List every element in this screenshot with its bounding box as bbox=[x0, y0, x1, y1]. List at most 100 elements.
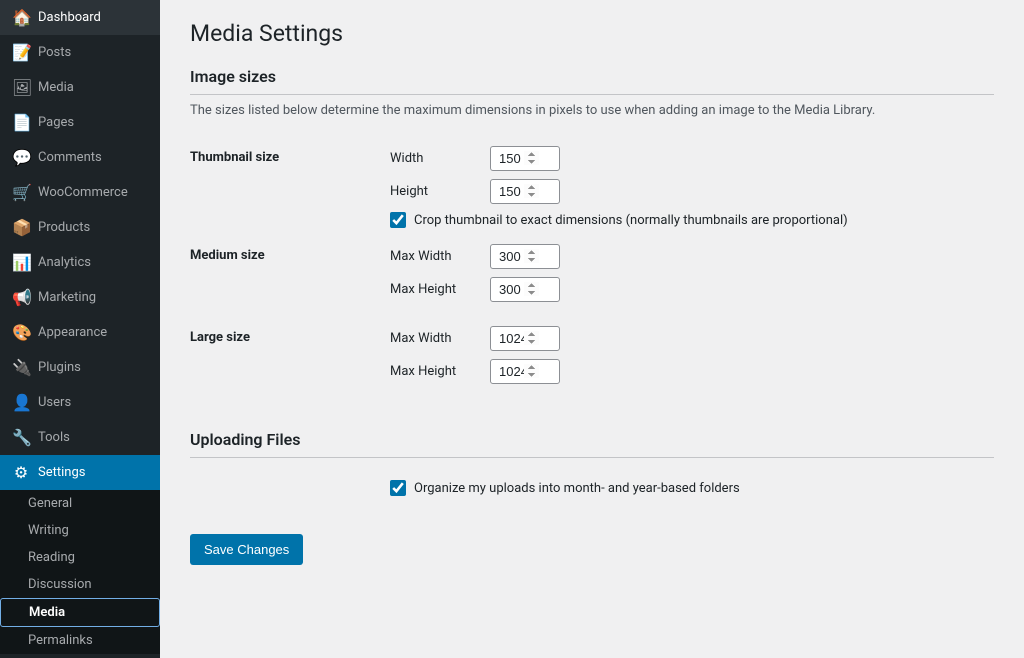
large-label: Large size bbox=[190, 318, 390, 400]
organize-th bbox=[190, 466, 390, 504]
submenu-writing[interactable]: Writing bbox=[0, 517, 160, 544]
pages-icon: 📄 bbox=[12, 113, 30, 132]
thumbnail-width-row: Width bbox=[390, 146, 994, 171]
sidebar-item-woocommerce[interactable]: 🛒 WooCommerce bbox=[0, 175, 160, 210]
sidebar-item-label: Pages bbox=[38, 115, 74, 130]
sidebar-item-label: Tools bbox=[38, 430, 70, 445]
sidebar-item-marketing[interactable]: 📢 Marketing bbox=[0, 280, 160, 315]
medium-width-label: Max Width bbox=[390, 249, 480, 264]
thumbnail-width-label: Width bbox=[390, 151, 480, 166]
thumbnail-crop-label: Crop thumbnail to exact dimensions (norm… bbox=[414, 213, 848, 228]
thumbnail-label: Thumbnail size bbox=[190, 138, 390, 236]
large-width-input[interactable] bbox=[490, 326, 560, 351]
save-section: Save Changes bbox=[190, 534, 994, 565]
organize-uploads-label: Organize my uploads into month- and year… bbox=[414, 481, 740, 496]
medium-height-row: Max Height bbox=[390, 277, 994, 302]
tools-icon: 🔧 bbox=[12, 428, 30, 447]
submenu-general[interactable]: General bbox=[0, 490, 160, 517]
sidebar-item-label: Users bbox=[38, 395, 71, 410]
save-changes-button[interactable]: Save Changes bbox=[190, 534, 303, 565]
thumbnail-crop-checkbox[interactable] bbox=[390, 212, 406, 228]
plugins-icon: 🔌 bbox=[12, 358, 30, 377]
dashboard-icon: 🏠 bbox=[12, 8, 30, 27]
thumbnail-height-label: Height bbox=[390, 184, 480, 199]
medium-label: Medium size bbox=[190, 236, 390, 318]
sidebar-item-label: Dashboard bbox=[38, 10, 101, 25]
sidebar-item-posts[interactable]: 📝 Posts bbox=[0, 35, 160, 70]
sidebar-item-label: Posts bbox=[38, 45, 71, 60]
posts-icon: 📝 bbox=[12, 43, 30, 62]
sidebar-item-label: Analytics bbox=[38, 255, 91, 270]
large-height-wrapper bbox=[490, 359, 560, 384]
appearance-icon: 🎨 bbox=[12, 323, 30, 342]
large-width-row: Max Width bbox=[390, 326, 994, 351]
medium-height-label: Max Height bbox=[390, 282, 480, 297]
image-sizes-desc: The sizes listed below determine the max… bbox=[190, 103, 994, 118]
medium-width-wrapper bbox=[490, 244, 560, 269]
large-row: Large size Max Width Max Height bbox=[190, 318, 994, 400]
thumbnail-width-wrapper bbox=[490, 146, 560, 171]
thumbnail-crop-row: Crop thumbnail to exact dimensions (norm… bbox=[390, 212, 994, 228]
large-width-wrapper bbox=[490, 326, 560, 351]
sidebar-item-tools[interactable]: 🔧 Tools bbox=[0, 420, 160, 455]
sidebar-item-appearance[interactable]: 🎨 Appearance bbox=[0, 315, 160, 350]
sidebar-item-label: Appearance bbox=[38, 325, 107, 340]
comments-icon: 💬 bbox=[12, 148, 30, 167]
image-sizes-table: Thumbnail size Width Height bbox=[190, 138, 994, 400]
medium-height-input[interactable] bbox=[490, 277, 560, 302]
woocommerce-icon: 🛒 bbox=[12, 183, 30, 202]
medium-width-input[interactable] bbox=[490, 244, 560, 269]
image-sizes-title: Image sizes bbox=[190, 67, 994, 95]
uploading-title: Uploading Files bbox=[190, 430, 994, 458]
sidebar-item-label: Media bbox=[38, 80, 74, 95]
medium-fields: Max Width Max Height bbox=[390, 236, 994, 318]
large-height-label: Max Height bbox=[390, 364, 480, 379]
submenu-media[interactable]: Media bbox=[0, 598, 160, 627]
products-icon: 📦 bbox=[12, 218, 30, 237]
settings-submenu: General Writing Reading Discussion Media… bbox=[0, 490, 160, 654]
uploading-section: Uploading Files Organize my uploads into… bbox=[190, 430, 994, 504]
thumbnail-width-input[interactable] bbox=[490, 146, 560, 171]
large-height-input[interactable] bbox=[490, 359, 560, 384]
analytics-icon: 📊 bbox=[12, 253, 30, 272]
medium-row: Medium size Max Width Max Height bbox=[190, 236, 994, 318]
sidebar: 🏠 Dashboard 📝 Posts 🖼 Media 📄 Pages 💬 Co… bbox=[0, 0, 160, 658]
page-title: Media Settings bbox=[190, 20, 994, 47]
medium-height-wrapper bbox=[490, 277, 560, 302]
sidebar-item-label: WooCommerce bbox=[38, 185, 128, 200]
sidebar-item-dashboard[interactable]: 🏠 Dashboard bbox=[0, 0, 160, 35]
image-sizes-section: Image sizes The sizes listed below deter… bbox=[190, 67, 994, 400]
sidebar-item-label: Marketing bbox=[38, 290, 96, 305]
uploading-table: Organize my uploads into month- and year… bbox=[190, 466, 994, 504]
sidebar-item-settings[interactable]: ⚙ Settings bbox=[0, 455, 160, 490]
large-height-row: Max Height bbox=[390, 359, 994, 384]
thumbnail-fields: Width Height Crop thumbnail to exact bbox=[390, 138, 994, 236]
sidebar-item-analytics[interactable]: 📊 Analytics bbox=[0, 245, 160, 280]
medium-width-row: Max Width bbox=[390, 244, 994, 269]
organize-uploads-checkbox[interactable] bbox=[390, 480, 406, 496]
main-content: Media Settings Image sizes The sizes lis… bbox=[160, 0, 1024, 658]
organize-checkbox-row: Organize my uploads into month- and year… bbox=[390, 480, 994, 496]
media-icon: 🖼 bbox=[12, 78, 30, 97]
thumbnail-height-input[interactable] bbox=[490, 179, 560, 204]
sidebar-item-label: Plugins bbox=[38, 360, 81, 375]
sidebar-item-pages[interactable]: 📄 Pages bbox=[0, 105, 160, 140]
sidebar-item-plugins[interactable]: 🔌 Plugins bbox=[0, 350, 160, 385]
sidebar-item-users[interactable]: 👤 Users bbox=[0, 385, 160, 420]
sidebar-item-label: Settings bbox=[38, 465, 85, 480]
marketing-icon: 📢 bbox=[12, 288, 30, 307]
large-fields: Max Width Max Height bbox=[390, 318, 994, 400]
thumbnail-row: Thumbnail size Width Height bbox=[190, 138, 994, 236]
sidebar-item-products[interactable]: 📦 Products bbox=[0, 210, 160, 245]
sidebar-item-label: Products bbox=[38, 220, 90, 235]
users-icon: 👤 bbox=[12, 393, 30, 412]
organize-td: Organize my uploads into month- and year… bbox=[390, 466, 994, 504]
submenu-discussion[interactable]: Discussion bbox=[0, 571, 160, 598]
thumbnail-height-wrapper bbox=[490, 179, 560, 204]
sidebar-item-comments[interactable]: 💬 Comments bbox=[0, 140, 160, 175]
submenu-permalinks[interactable]: Permalinks bbox=[0, 627, 160, 654]
sidebar-item-label: Comments bbox=[38, 150, 102, 165]
submenu-reading[interactable]: Reading bbox=[0, 544, 160, 571]
settings-icon: ⚙ bbox=[12, 463, 30, 482]
sidebar-item-media[interactable]: 🖼 Media bbox=[0, 70, 160, 105]
